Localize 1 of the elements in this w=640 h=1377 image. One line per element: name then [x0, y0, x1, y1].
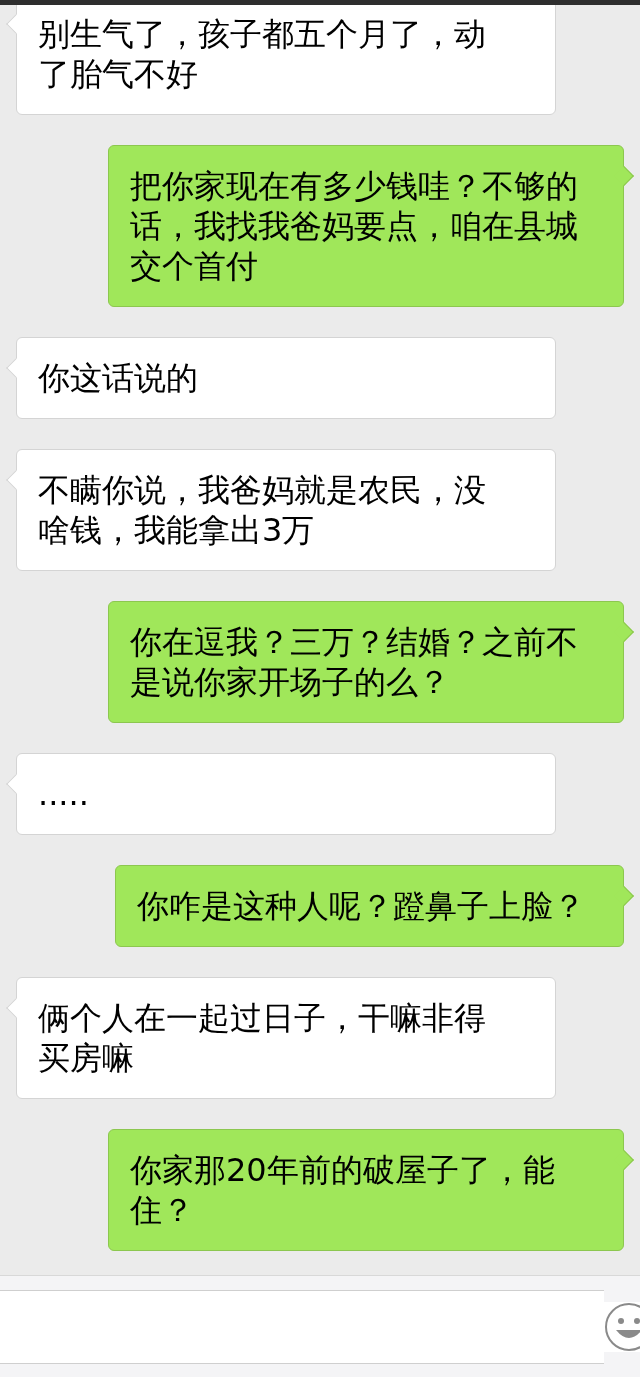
emoji-icon[interactable]: [604, 1302, 640, 1352]
